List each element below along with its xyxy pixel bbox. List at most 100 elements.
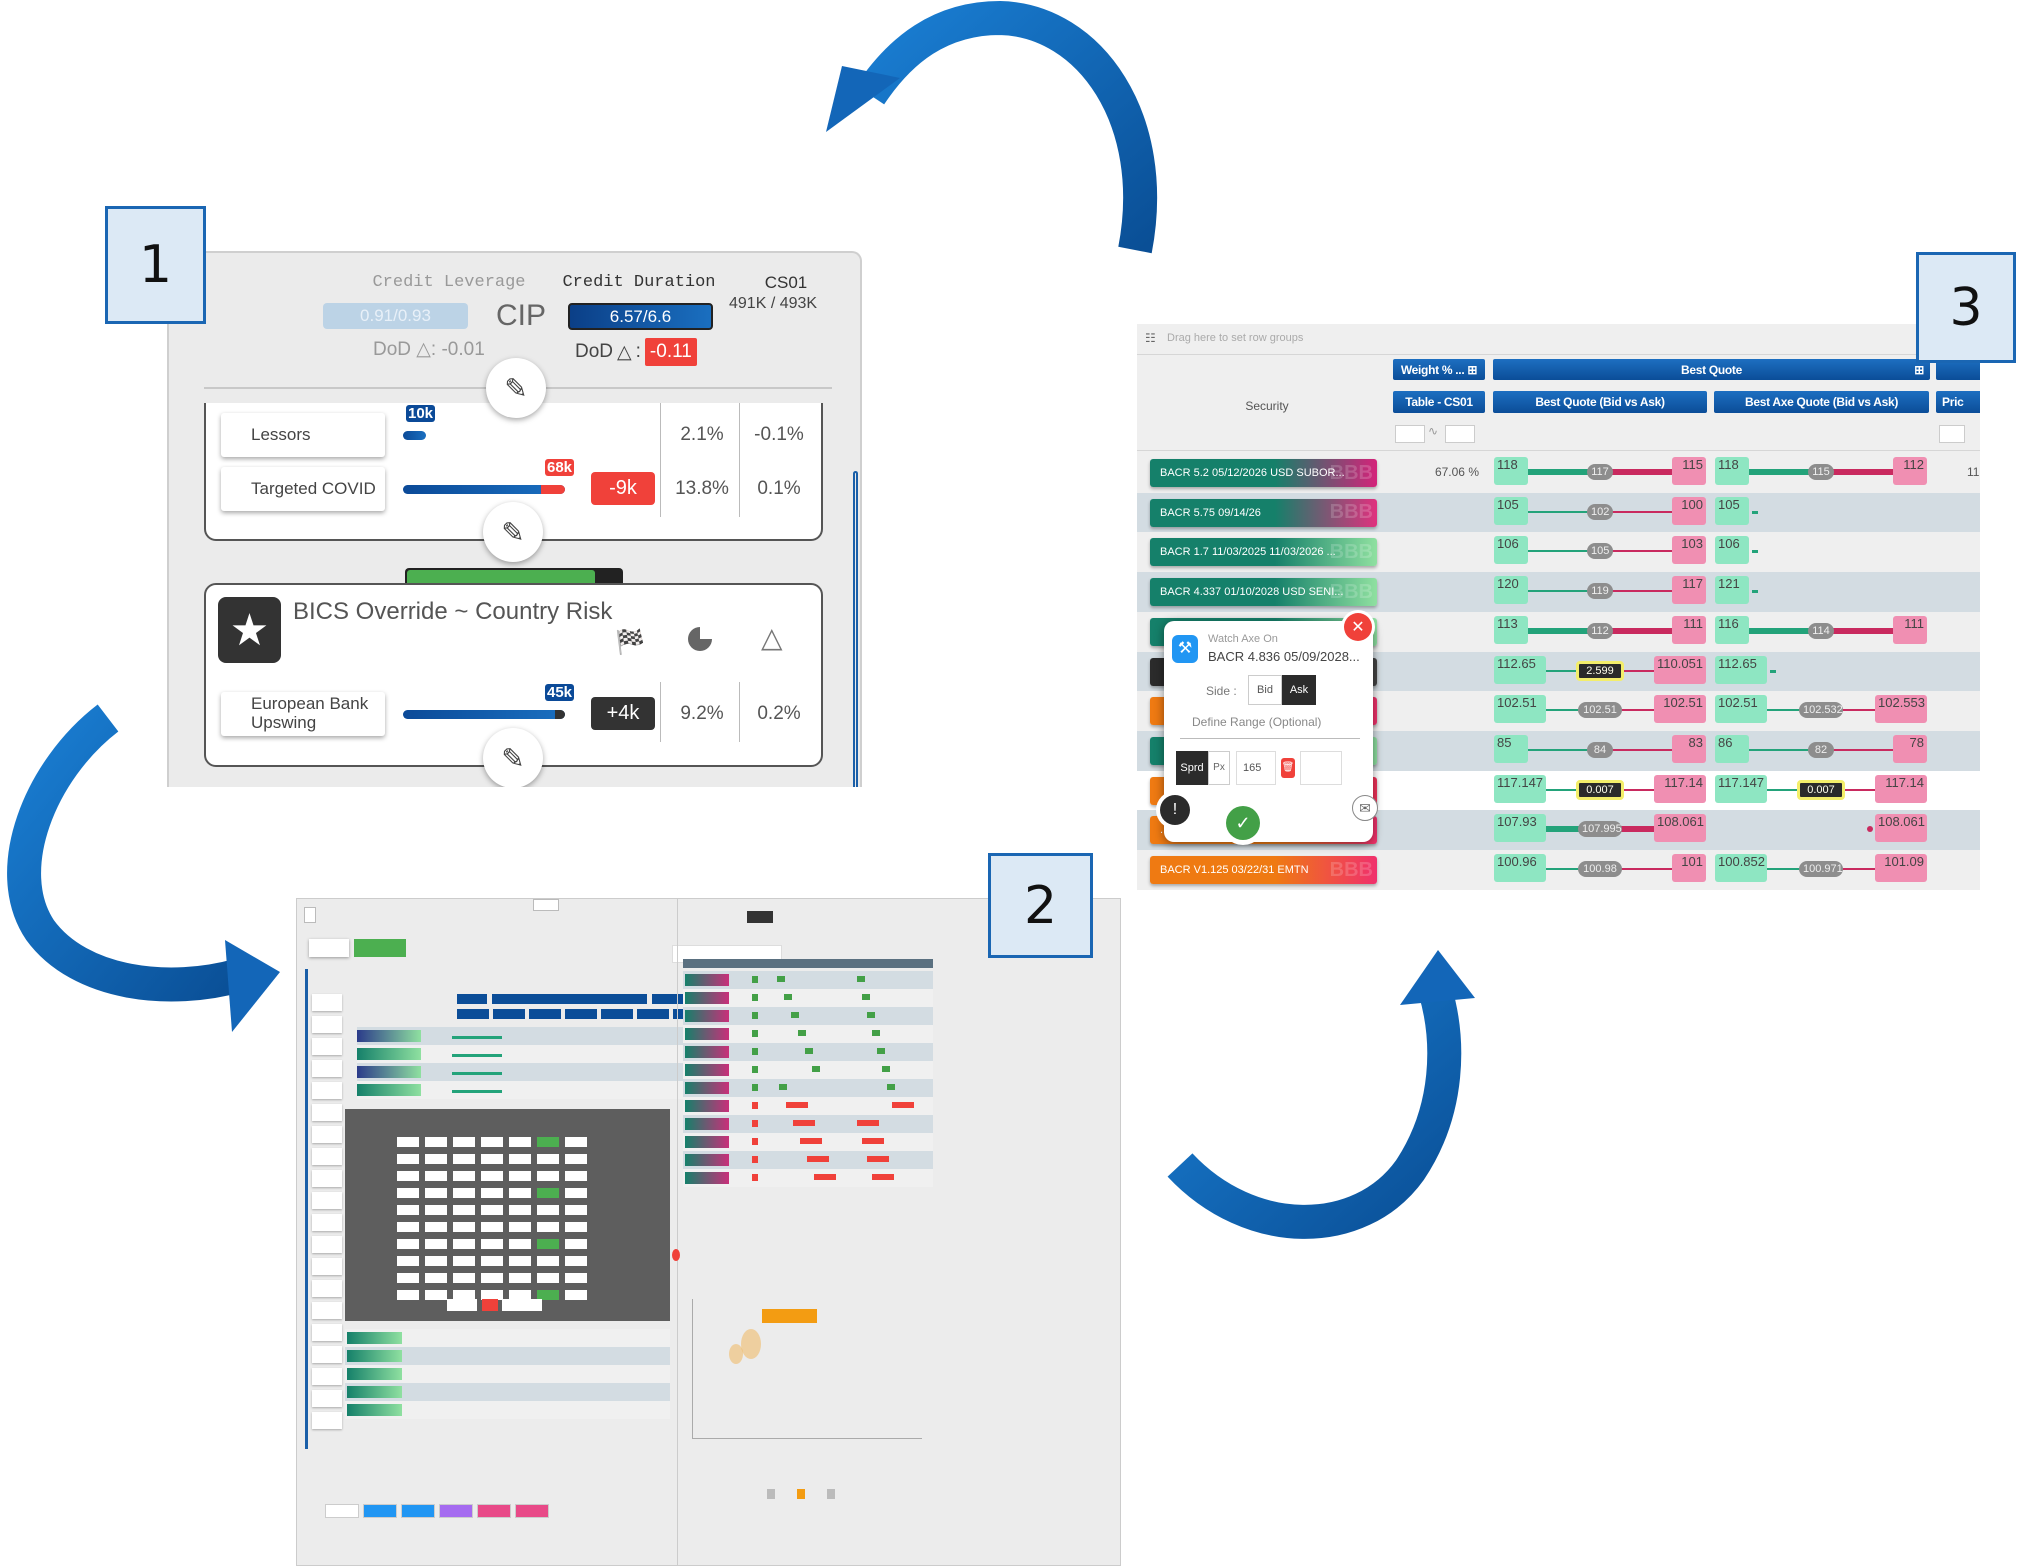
- ask-quote[interactable]: 111: [1893, 615, 1927, 644]
- flag-checkered-icon[interactable]: 🏁: [615, 628, 645, 657]
- sidebar-filter-button[interactable]: [312, 1016, 342, 1033]
- overlay-cell[interactable]: [509, 1256, 531, 1266]
- sidebar-filter-button[interactable]: [312, 1060, 342, 1077]
- overlay-cell[interactable]: [565, 1171, 587, 1181]
- expand-icon[interactable]: ⊞: [1914, 363, 1924, 377]
- security-pill[interactable]: BACR 4.337 01/10/2028 USD SENI... BBB: [1150, 578, 1377, 607]
- overlay-cell[interactable]: [481, 1256, 503, 1266]
- grid-subheader[interactable]: [601, 1009, 633, 1019]
- overlay-cell[interactable]: [537, 1188, 559, 1198]
- security-pill[interactable]: BACR V1.125 03/22/31 EMTN BBB: [1150, 856, 1377, 884]
- table-row[interactable]: BACR 5.75 09/14/26 BBB 105 100 102 105: [1137, 492, 1980, 533]
- overlay-cell[interactable]: [481, 1154, 503, 1164]
- top-handle[interactable]: [533, 899, 559, 911]
- overlay-cell[interactable]: [537, 1239, 559, 1249]
- overlay-cell[interactable]: [397, 1273, 419, 1283]
- security-pill[interactable]: [357, 1084, 421, 1096]
- overlay-cell[interactable]: [397, 1239, 419, 1249]
- bid-quote[interactable]: 106: [1494, 536, 1528, 565]
- star-icon[interactable]: ★: [218, 597, 281, 663]
- security-pill[interactable]: [685, 992, 729, 1004]
- nav-toggle-icon[interactable]: [304, 907, 316, 923]
- ask-quote[interactable]: 112: [1893, 457, 1927, 485]
- overlay-cell[interactable]: [425, 1256, 447, 1266]
- table-row[interactable]: BACR 4.337 01/10/2028 USD SENI... BBB 120 1…: [1137, 572, 1980, 613]
- ask-quote[interactable]: 117: [1672, 576, 1706, 605]
- overlay-cell[interactable]: [425, 1154, 447, 1164]
- bid-quote[interactable]: 112.65: [1494, 655, 1546, 684]
- overlay-cell[interactable]: [425, 1137, 447, 1147]
- filter-chip[interactable]: [363, 1504, 397, 1518]
- table-row[interactable]: BACR 1.7 11/03/2025 11/03/2026 ... BBB 106…: [1137, 532, 1980, 573]
- security-pill[interactable]: [685, 1100, 729, 1112]
- alert-icon[interactable]: !: [1160, 795, 1190, 825]
- overlay-cell[interactable]: [453, 1137, 475, 1147]
- overlay-cell[interactable]: [425, 1171, 447, 1181]
- security-pill[interactable]: [357, 1066, 421, 1078]
- bid-quote[interactable]: 100.96: [1494, 854, 1546, 882]
- security-pill[interactable]: [347, 1332, 402, 1344]
- overlay-cell[interactable]: [565, 1290, 587, 1300]
- overlay-cell[interactable]: [565, 1137, 587, 1147]
- overlay-cell[interactable]: [481, 1222, 503, 1232]
- bid-quote[interactable]: 116: [1715, 615, 1749, 644]
- ask-quote[interactable]: 103: [1672, 536, 1706, 565]
- ask-quote[interactable]: 110.051: [1654, 655, 1706, 684]
- ask-quote[interactable]: 102.553: [1875, 695, 1927, 724]
- ask-quote[interactable]: 100: [1672, 496, 1706, 525]
- edit-pencil-icon[interactable]: ✎: [486, 358, 546, 418]
- back-button[interactable]: [309, 939, 349, 957]
- filter-chip[interactable]: [477, 1504, 511, 1518]
- overlay-cell[interactable]: [397, 1222, 419, 1232]
- security-pill[interactable]: [347, 1404, 402, 1416]
- bid-quote[interactable]: 86: [1715, 734, 1749, 763]
- security-pill[interactable]: [347, 1368, 402, 1380]
- overlay-cell[interactable]: [509, 1222, 531, 1232]
- ask-quote[interactable]: 117.14: [1654, 774, 1706, 803]
- overlay-cell[interactable]: [537, 1205, 559, 1215]
- overlay-cell[interactable]: [397, 1171, 419, 1181]
- bid-quote[interactable]: 121: [1715, 576, 1749, 605]
- mode-toggle[interactable]: [747, 911, 773, 923]
- bid-quote[interactable]: 102.51: [1715, 695, 1767, 724]
- ask-quote[interactable]: 83: [1672, 734, 1706, 763]
- bid-quote[interactable]: 117.147: [1494, 774, 1546, 803]
- sidebar-filter-button[interactable]: [312, 1214, 342, 1231]
- bid-quote[interactable]: 118: [1494, 457, 1528, 485]
- overlay-cell[interactable]: [537, 1222, 559, 1232]
- security-column-header[interactable]: Security: [1237, 399, 1297, 413]
- overlay-cell[interactable]: [565, 1239, 587, 1249]
- bid-quote[interactable]: 112.65: [1715, 655, 1767, 684]
- overlay-cell[interactable]: [537, 1137, 559, 1147]
- overlay-cell[interactable]: [397, 1154, 419, 1164]
- security-pill[interactable]: [685, 1082, 729, 1094]
- filter-max-input[interactable]: [1445, 425, 1475, 443]
- overlay-cell[interactable]: [453, 1154, 475, 1164]
- trash-icon[interactable]: 🗑: [1281, 758, 1295, 778]
- side-ask-button[interactable]: Ask: [1282, 675, 1316, 705]
- overlay-cell[interactable]: [425, 1205, 447, 1215]
- grid-group-header[interactable]: [457, 994, 487, 1004]
- sidebar-filter-button[interactable]: [312, 1368, 342, 1385]
- price-subheader[interactable]: Pric: [1936, 391, 1980, 413]
- security-pill[interactable]: BACR 5.2 05/12/2026 USD SUBOR... BBB: [1150, 459, 1377, 487]
- security-pill[interactable]: [347, 1350, 402, 1362]
- envelope-icon[interactable]: ✉: [1352, 795, 1378, 821]
- security-pill[interactable]: [685, 1118, 729, 1130]
- sidebar-filter-button[interactable]: [312, 1390, 342, 1407]
- sidebar-filter-button[interactable]: [312, 1324, 342, 1341]
- bid-quote[interactable]: 118: [1715, 457, 1749, 485]
- overlay-cell[interactable]: [425, 1290, 447, 1300]
- overlay-cell[interactable]: [397, 1290, 419, 1300]
- price-mode-button[interactable]: Px: [1208, 751, 1230, 785]
- sidebar-filter-button[interactable]: [312, 1170, 342, 1187]
- grid-subheader[interactable]: [493, 1009, 525, 1019]
- security-pill[interactable]: [685, 1154, 729, 1166]
- spread-mode-button[interactable]: Sprd: [1176, 751, 1208, 785]
- triangle-delta-icon[interactable]: △: [761, 621, 783, 654]
- factor-button[interactable]: European Bank Upswing: [221, 692, 385, 736]
- best-axe-quote-subheader[interactable]: Best Axe Quote (Bid vs Ask): [1714, 391, 1929, 413]
- overlay-cell[interactable]: [565, 1273, 587, 1283]
- close-icon[interactable]: ✕: [1344, 613, 1372, 641]
- overlay-cell[interactable]: [425, 1188, 447, 1198]
